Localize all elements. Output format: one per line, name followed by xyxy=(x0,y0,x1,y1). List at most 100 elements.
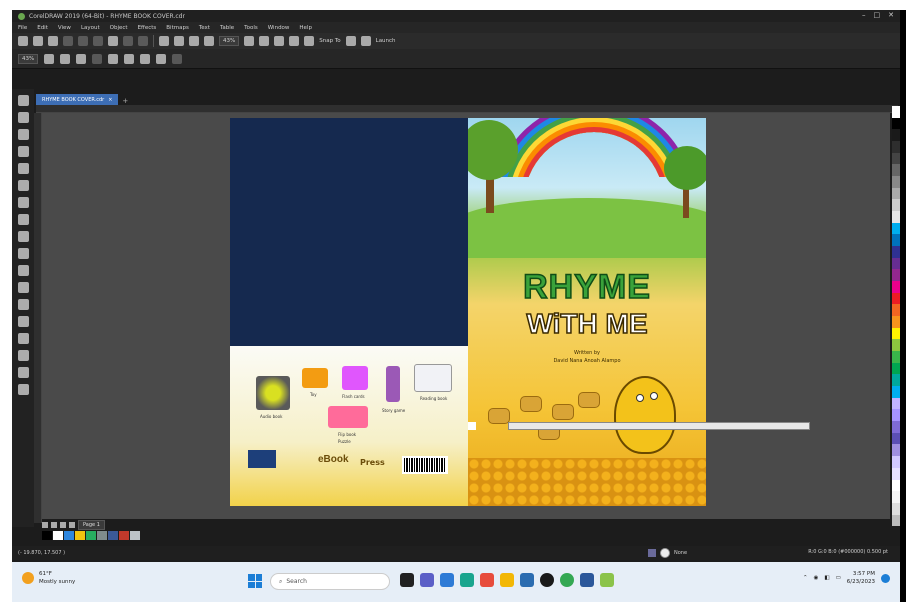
palette-swatch[interactable] xyxy=(892,222,900,235)
launch-dropdown[interactable]: Launch xyxy=(376,38,396,44)
add-tool-icon[interactable] xyxy=(17,384,29,395)
palette-swatch[interactable] xyxy=(892,456,900,468)
close-button[interactable]: ✕ xyxy=(888,11,894,19)
pick-tool-icon[interactable] xyxy=(17,95,29,106)
palette-swatch[interactable] xyxy=(892,152,900,165)
menu-tools[interactable]: Tools xyxy=(244,25,258,31)
next-page-button[interactable] xyxy=(60,521,66,528)
redo-icon[interactable] xyxy=(138,36,148,46)
menu-layout[interactable]: Layout xyxy=(81,25,100,31)
first-page-button[interactable] xyxy=(42,521,48,528)
zoom-select[interactable]: 43% xyxy=(18,53,39,64)
front-cover-page[interactable]: RHYME WiTH ME Written by David Nana Anoa… xyxy=(468,118,706,506)
zoom-height-icon[interactable] xyxy=(156,53,167,64)
battery-icon[interactable]: ▭ xyxy=(836,575,841,581)
horizontal-scrollbar[interactable] xyxy=(508,422,810,430)
full-screen-icon[interactable] xyxy=(244,36,255,46)
connector-tool-icon[interactable] xyxy=(17,282,29,293)
weather-widget[interactable]: 61°F Mostly sunny xyxy=(22,570,75,586)
print-icon[interactable] xyxy=(63,36,73,46)
document-palette-swatch[interactable] xyxy=(64,531,74,540)
palette-swatch[interactable] xyxy=(892,164,900,177)
menu-object[interactable]: Object xyxy=(110,25,128,31)
artistic-media-tool-icon[interactable] xyxy=(17,180,29,191)
palette-swatch[interactable] xyxy=(892,432,900,445)
palette-swatch[interactable] xyxy=(892,117,900,130)
palette-swatch[interactable] xyxy=(892,316,900,328)
taskbar-search[interactable]: ⌕ Search xyxy=(270,573,390,590)
parallel-dimension-tool-icon[interactable] xyxy=(17,265,29,276)
document-tab[interactable]: RHYME BOOK COVER.cdr × xyxy=(36,94,119,105)
palette-swatch[interactable] xyxy=(892,386,900,398)
document-palette-swatch[interactable] xyxy=(75,531,85,540)
zoom-dropdown-icon[interactable] xyxy=(44,53,55,64)
palette-swatch[interactable] xyxy=(892,199,900,212)
palette-swatch[interactable] xyxy=(892,129,900,142)
search-content-icon[interactable] xyxy=(159,36,169,46)
palette-swatch[interactable] xyxy=(892,397,900,410)
drawing-canvas[interactable]: Audio book Toy Flash cards Story game Re… xyxy=(42,113,900,519)
smart-fill-tool-icon[interactable] xyxy=(17,367,29,378)
open-icon[interactable] xyxy=(33,36,43,46)
ellipse-tool-icon[interactable] xyxy=(17,214,29,225)
maximize-button[interactable]: □ xyxy=(874,11,881,19)
drop-shadow-tool-icon[interactable] xyxy=(17,299,29,310)
minimize-button[interactable]: – xyxy=(862,11,866,19)
import-icon[interactable] xyxy=(174,36,184,46)
palette-swatch[interactable] xyxy=(892,176,900,188)
document-palette-swatch[interactable] xyxy=(86,531,96,540)
notification-icon[interactable] xyxy=(881,573,890,583)
document-palette-swatch[interactable] xyxy=(108,531,118,540)
menu-file[interactable]: File xyxy=(18,25,27,31)
menu-help[interactable]: Help xyxy=(299,25,312,31)
copy-icon[interactable] xyxy=(93,36,103,46)
guidelines-icon[interactable] xyxy=(289,36,300,46)
folder-icon[interactable] xyxy=(500,573,514,587)
coreldraw-taskbar-icon[interactable] xyxy=(600,573,614,587)
cut-icon[interactable] xyxy=(78,36,88,46)
add-icon[interactable] xyxy=(172,53,183,64)
document-palette-swatch[interactable] xyxy=(53,531,63,540)
palette-swatch[interactable] xyxy=(892,409,900,422)
palette-swatch[interactable] xyxy=(892,491,900,503)
word-icon[interactable] xyxy=(580,573,594,587)
text-tool-icon[interactable] xyxy=(17,248,29,259)
zoom-selected-icon[interactable] xyxy=(92,53,103,64)
transparency-tool-icon[interactable] xyxy=(17,316,29,327)
previous-page-button[interactable] xyxy=(51,521,57,528)
palette-swatch[interactable] xyxy=(892,304,900,317)
palette-swatch[interactable] xyxy=(892,421,900,433)
crop-tool-icon[interactable] xyxy=(17,129,29,140)
edge-icon[interactable] xyxy=(460,573,474,587)
media-icon[interactable] xyxy=(540,573,554,587)
save-icon[interactable] xyxy=(48,36,58,46)
menu-bitmaps[interactable]: Bitmaps xyxy=(166,25,189,31)
mail-icon[interactable] xyxy=(520,573,534,587)
palette-swatch[interactable] xyxy=(892,444,900,457)
palette-swatch[interactable] xyxy=(892,362,900,375)
fill-none-icon[interactable] xyxy=(660,548,670,558)
palette-swatch[interactable] xyxy=(892,292,900,305)
chat-icon[interactable] xyxy=(420,573,434,587)
zoom-tool-icon[interactable] xyxy=(17,146,29,157)
menu-edit[interactable]: Edit xyxy=(37,25,48,31)
menu-text[interactable]: Text xyxy=(199,25,210,31)
fill-swatch[interactable] xyxy=(648,549,656,557)
grid-icon[interactable] xyxy=(274,36,285,46)
snap-icon[interactable] xyxy=(304,36,315,46)
palette-swatch[interactable] xyxy=(892,479,900,492)
palette-swatch[interactable] xyxy=(892,269,900,282)
palette-swatch[interactable] xyxy=(892,106,900,118)
eyedropper-tool-icon[interactable] xyxy=(17,333,29,344)
back-cover-page[interactable]: Audio book Toy Flash cards Story game Re… xyxy=(230,118,468,506)
polygon-tool-icon[interactable] xyxy=(17,231,29,242)
menu-view[interactable]: View xyxy=(58,25,71,31)
vertical-ruler[interactable] xyxy=(34,113,42,523)
document-palette-swatch[interactable] xyxy=(97,531,107,540)
horizontal-ruler[interactable] xyxy=(36,105,898,113)
last-page-button[interactable] xyxy=(69,521,75,528)
document-palette-swatch[interactable] xyxy=(119,531,129,540)
page-tab[interactable]: Page 1 xyxy=(78,519,105,530)
task-view-icon[interactable] xyxy=(400,573,414,587)
new-document-icon[interactable] xyxy=(18,36,28,46)
